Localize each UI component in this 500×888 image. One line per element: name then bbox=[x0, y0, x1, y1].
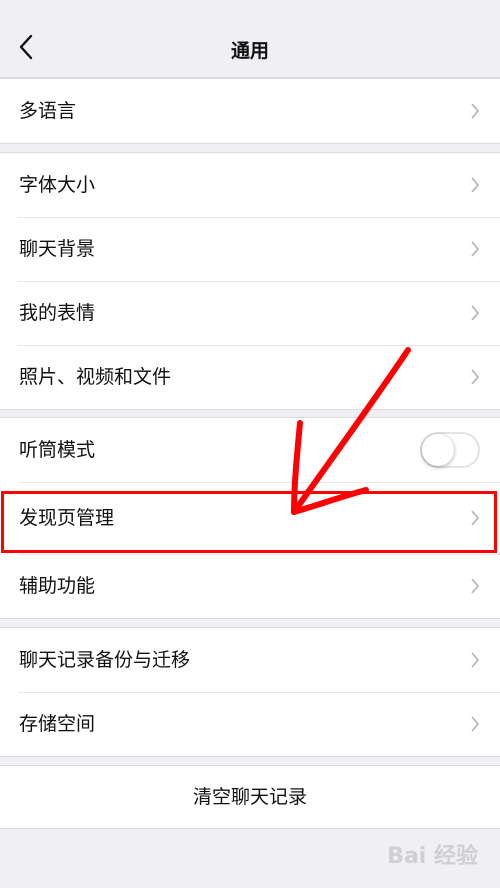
settings-item-language[interactable]: 多语言 bbox=[0, 79, 500, 143]
settings-item-label: 听筒模式 bbox=[19, 439, 96, 461]
chevron-right-icon bbox=[471, 305, 480, 321]
settings-group-display: 字体大小 聊天背景 我的表情 照片、视频和文件 bbox=[0, 152, 500, 410]
settings-item-label: 我的表情 bbox=[19, 302, 96, 324]
settings-item-label: 辅助功能 bbox=[19, 575, 96, 597]
settings-item-chat-background[interactable]: 聊天背景 bbox=[0, 217, 500, 281]
settings-item-earpiece-mode: 听筒模式 bbox=[0, 418, 500, 482]
chevron-right-icon bbox=[471, 578, 480, 594]
settings-item-storage[interactable]: 存储空间 bbox=[0, 692, 500, 756]
chevron-right-icon bbox=[471, 652, 480, 668]
settings-item-label: 多语言 bbox=[19, 100, 77, 122]
nav-bar: 通用 bbox=[0, 0, 500, 78]
settings-item-label: 聊天背景 bbox=[19, 238, 96, 260]
chevron-right-icon bbox=[471, 510, 480, 526]
settings-item-label: 存储空间 bbox=[19, 713, 96, 735]
settings-item-label: 照片、视频和文件 bbox=[19, 366, 172, 388]
chevron-right-icon bbox=[471, 716, 480, 732]
clear-chat-history-button[interactable]: 清空聊天记录 bbox=[0, 765, 500, 829]
settings-item-my-stickers[interactable]: 我的表情 bbox=[0, 281, 500, 345]
settings-item-label: 发现页管理 bbox=[19, 507, 115, 529]
settings-item-font-size[interactable]: 字体大小 bbox=[0, 153, 500, 217]
earpiece-mode-toggle[interactable] bbox=[420, 432, 480, 468]
settings-group-language: 多语言 bbox=[0, 78, 500, 144]
chevron-right-icon bbox=[471, 241, 480, 257]
toggle-knob bbox=[422, 434, 454, 466]
settings-item-label: 字体大小 bbox=[19, 174, 96, 196]
settings-item-discover-management[interactable]: 发现页管理 bbox=[0, 482, 500, 554]
settings-group-storage: 聊天记录备份与迁移 存储空间 bbox=[0, 627, 500, 757]
settings-item-label: 聊天记录备份与迁移 bbox=[19, 649, 191, 671]
settings-group-features: 听筒模式 发现页管理 辅助功能 bbox=[0, 417, 500, 619]
chevron-right-icon bbox=[471, 369, 480, 385]
chevron-right-icon bbox=[471, 103, 480, 119]
settings-item-accessibility[interactable]: 辅助功能 bbox=[0, 554, 500, 618]
page-title: 通用 bbox=[230, 40, 269, 62]
settings-item-chat-backup[interactable]: 聊天记录备份与迁移 bbox=[0, 628, 500, 692]
chevron-right-icon bbox=[471, 177, 480, 193]
settings-item-photos-videos-files[interactable]: 照片、视频和文件 bbox=[0, 345, 500, 409]
watermark: Bai 经验 bbox=[387, 844, 478, 869]
